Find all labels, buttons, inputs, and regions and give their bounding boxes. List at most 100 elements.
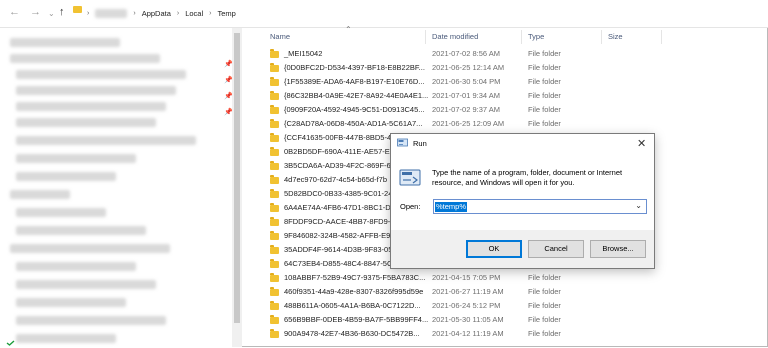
redacted-username [95, 9, 128, 18]
recent-locations-icon[interactable]: ⌄ [48, 9, 55, 18]
breadcrumb: › › AppData › Local › Temp [87, 9, 236, 18]
address-bar: ← → ⌄ ↑ › › AppData › Local › Temp [0, 0, 768, 28]
file-date: 2021-04-15 7:05 PM [432, 273, 501, 282]
file-date: 2021-06-25 12:14 AM [432, 63, 505, 72]
folder-icon [270, 273, 279, 282]
open-label: Open: [400, 202, 421, 211]
folder-icon [270, 301, 279, 310]
chevron-down-icon[interactable]: ⌄ [635, 201, 642, 210]
file-name: {CCF41635-00FB-447B-8BD5-49 [284, 133, 396, 142]
nav-item[interactable] [16, 332, 116, 344]
folder-icon [270, 315, 279, 324]
run-dialog-title: Run [413, 139, 427, 148]
cancel-button[interactable]: Cancel [528, 240, 584, 258]
nav-item[interactable] [16, 84, 176, 96]
file-row[interactable]: {86C32BB4-0A9E-42E7-8A92-44E0A4E1... 2021… [268, 90, 768, 102]
file-type: File folder [528, 49, 561, 58]
forward-icon[interactable]: → [30, 6, 41, 18]
column-type[interactable]: Type [528, 32, 544, 41]
file-row[interactable]: 488B611A-0605-4A1A-B6BA-0C7122D... 2021-0… [268, 300, 768, 312]
nav-item[interactable] [16, 278, 156, 290]
folder-icon [270, 133, 279, 142]
status-check-icon [6, 339, 15, 346]
file-row[interactable]: 656B9BBF-0DEB-4B59-BA7F-5BB99FF4... 2021-… [268, 314, 768, 326]
folder-icon [270, 287, 279, 296]
ok-button[interactable]: OK [466, 240, 522, 258]
navigation-pane: 📌 📌 📌 📌 [0, 28, 233, 347]
folder-icon [270, 231, 279, 240]
file-date: 2021-04-12 11:19 AM [432, 329, 504, 338]
file-name: 3B5CDA6A-AD39-4F2C-869F-6 [284, 161, 391, 170]
folder-icon [270, 91, 279, 100]
file-type: File folder [528, 91, 561, 100]
nav-item[interactable] [16, 206, 106, 218]
file-row[interactable]: 460f9351-44a9-428e-8307-8326f995d59e 2021… [268, 286, 768, 298]
file-row[interactable]: 900A9478-42E7-4B36-B630-DC5472B... 2021-0… [268, 328, 768, 340]
folder-icon [270, 77, 279, 86]
run-dialog-prompt: Type the name of a program, folder, docu… [432, 168, 623, 187]
nav-item[interactable] [10, 36, 120, 48]
nav-item[interactable] [10, 188, 70, 200]
run-dialog-titlebar[interactable]: Run ✕ [391, 134, 654, 154]
file-type: File folder [528, 273, 561, 282]
file-row[interactable]: {C28AD78A-06D8-450A-AD1A-5C61A7... 2021-0… [268, 118, 768, 130]
file-date: 2021-07-01 9:34 AM [432, 91, 500, 100]
nav-item[interactable] [16, 134, 196, 146]
nav-item[interactable] [16, 224, 146, 236]
file-name: 64C73EB4-D855-48C4-8847-5C [284, 259, 393, 268]
file-type: File folder [528, 287, 561, 296]
column-name[interactable]: Name [270, 32, 290, 41]
nav-item[interactable] [16, 260, 136, 272]
open-input-value[interactable]: %temp% [435, 202, 468, 212]
breadcrumb-appdata[interactable]: AppData [142, 9, 171, 18]
folder-icon [270, 217, 279, 226]
folder-icon [73, 6, 82, 13]
nav-item[interactable] [16, 314, 166, 326]
file-name: 4d7ec970-62d7-4c54-b65d-f7b [284, 175, 387, 184]
nav-item[interactable] [16, 152, 136, 164]
open-input[interactable]: %temp% ⌄ [433, 199, 647, 214]
file-type: File folder [528, 315, 561, 324]
file-name: 656B9BBF-0DEB-4B59-BA7F-5BB99FF4... [284, 315, 429, 324]
nav-item[interactable] [16, 68, 186, 80]
file-row[interactable]: {0909F20A-4592-4945-9C51-D0913C45... 2021… [268, 104, 768, 116]
file-row[interactable]: {1F55389E-ADA6-4AF8-B197-E10E76D... 2021-… [268, 76, 768, 88]
file-name: 9F846082-324B-4582-AFFB-E9A [284, 231, 396, 240]
nav-item[interactable] [16, 296, 126, 308]
nav-item[interactable] [10, 52, 160, 64]
file-name: 8FDDF9CD-AACE-4BB7-8FD9-5 [284, 217, 395, 226]
folder-icon [270, 329, 279, 338]
run-program-icon [399, 169, 421, 186]
file-type: File folder [528, 119, 561, 128]
folder-icon [270, 49, 279, 58]
nav-item[interactable] [16, 100, 166, 112]
browse-button[interactable]: Browse... [590, 240, 646, 258]
nav-item[interactable] [10, 242, 170, 254]
folder-icon [270, 189, 279, 198]
nav-item[interactable] [16, 116, 156, 128]
file-row[interactable]: {0D0BFC2D-D534-4397-BF18-E8B22BF... 2021-… [268, 62, 768, 74]
column-date[interactable]: Date modified [432, 32, 478, 41]
column-size[interactable]: Size [608, 32, 623, 41]
nav-item[interactable] [16, 170, 116, 182]
run-dialog-body: Type the name of a program, folder, docu… [391, 154, 654, 230]
file-date: 2021-06-24 5:12 PM [432, 301, 501, 310]
breadcrumb-local[interactable]: Local [185, 9, 203, 18]
back-icon[interactable]: ← [9, 6, 20, 18]
file-row[interactable]: 108ABBF7-52B9-49C7-9375-F5BA783C... 2021-… [268, 272, 768, 284]
file-date: 2021-07-02 9:37 AM [432, 105, 500, 114]
up-icon[interactable]: ↑ [59, 6, 65, 18]
file-row[interactable]: _MEI15042 2021-07-02 8:56 AM File folder [268, 48, 768, 60]
scrollbar-thumb[interactable] [234, 33, 240, 323]
close-icon[interactable]: ✕ [637, 137, 646, 150]
folder-icon [270, 245, 279, 254]
file-type: File folder [528, 63, 561, 72]
file-name: 900A9478-42E7-4B36-B630-DC5472B... [284, 329, 420, 338]
file-name: 108ABBF7-52B9-49C7-9375-F5BA783C... [284, 273, 426, 282]
file-name: _MEI15042 [284, 49, 323, 58]
breadcrumb-temp[interactable]: Temp [218, 9, 236, 18]
file-name: 35ADDF4F-9614-4D3B-9F83-05 [284, 245, 393, 254]
run-icon [397, 138, 408, 147]
folder-icon [270, 119, 279, 128]
run-dialog: Run ✕ Type the name of a program, folder… [390, 133, 655, 269]
